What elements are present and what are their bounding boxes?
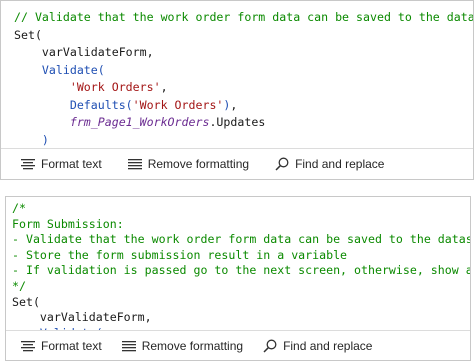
remove-formatting-label: Remove formatting [147,157,250,171]
code-line: 'Work Orders', [14,79,473,97]
find-replace-icon [275,157,289,171]
code-token: - Store the form submission result in a … [12,247,348,262]
formula-code-area[interactable]: // Validate that the work order form dat… [1,1,473,167]
code-line: // Validate that the work order form dat… [14,9,473,27]
find-replace-label: Find and replace [295,157,385,171]
format-text-label: Format text [41,157,102,171]
code-line: Set( [14,27,473,45]
remove-formatting-icon [121,340,136,351]
remove-formatting-icon [127,159,142,170]
code-token: Defaults( [14,97,133,112]
code-token: Set( [12,294,40,309]
code-line: - If validation is passed go to the next… [12,263,470,279]
find-replace-button[interactable]: Find and replace [263,339,372,353]
formula-toolbar: Format text Remove formatting Find and r… [6,330,470,360]
code-line: */ [12,279,470,295]
find-replace-button[interactable]: Find and replace [275,157,384,171]
find-replace-label: Find and replace [283,338,373,353]
code-line: Defaults('Work Orders'), [14,97,473,115]
format-text-icon [21,340,35,351]
find-replace-icon [263,339,277,353]
code-line: /* [12,201,470,217]
format-text-button[interactable]: Format text [21,339,102,353]
code-token: - Validate that the work order form data… [12,232,471,247]
code-token: frm_Page1_WorkOrders [14,115,210,129]
remove-formatting-button[interactable]: Remove formatting [127,157,250,171]
formula-editor-1[interactable]: // Validate that the work order form dat… [0,0,474,180]
format-text-icon [21,159,35,170]
code-line: varValidateForm, [12,310,470,326]
code-line: Set( [12,295,470,311]
formula-editor-2[interactable]: /* Form Submission: - Validate that the wo… [5,196,471,361]
code-token: varValidateForm, [14,45,154,59]
code-token: varValidateForm, [12,310,152,325]
code-token: 'Work Orders' [132,97,224,112]
code-token: , [160,80,168,94]
code-token: */ [12,278,26,293]
code-token: Form Submission: [12,216,124,231]
formula-toolbar: Format text Remove formatting Find and r… [1,148,473,179]
code-token: /* [12,201,26,215]
code-token: // Validate that the work order form dat… [14,10,474,24]
code-line: Validate( [14,62,473,80]
code-token: Validate( [14,62,105,77]
code-token: Set( [14,27,42,42]
code-token: .Updates [209,115,266,129]
code-line: frm_Page1_WorkOrders.Updates [14,114,473,132]
code-line: - Store the form submission result in a … [12,248,470,264]
remove-formatting-label: Remove formatting [141,338,244,353]
code-line: - Validate that the work order form data… [12,232,470,248]
code-line: Form Submission: [12,217,470,233]
format-text-button[interactable]: Format text [21,157,102,171]
code-token: 'Work Orders' [14,80,161,94]
code-token: , [230,97,238,112]
code-line: ) [14,132,473,150]
code-token: ) [14,132,49,147]
code-token: - If validation is passed go to the next… [12,263,470,278]
format-text-label: Format text [41,338,102,353]
code-line: varValidateForm, [14,44,473,62]
remove-formatting-button[interactable]: Remove formatting [121,338,244,353]
